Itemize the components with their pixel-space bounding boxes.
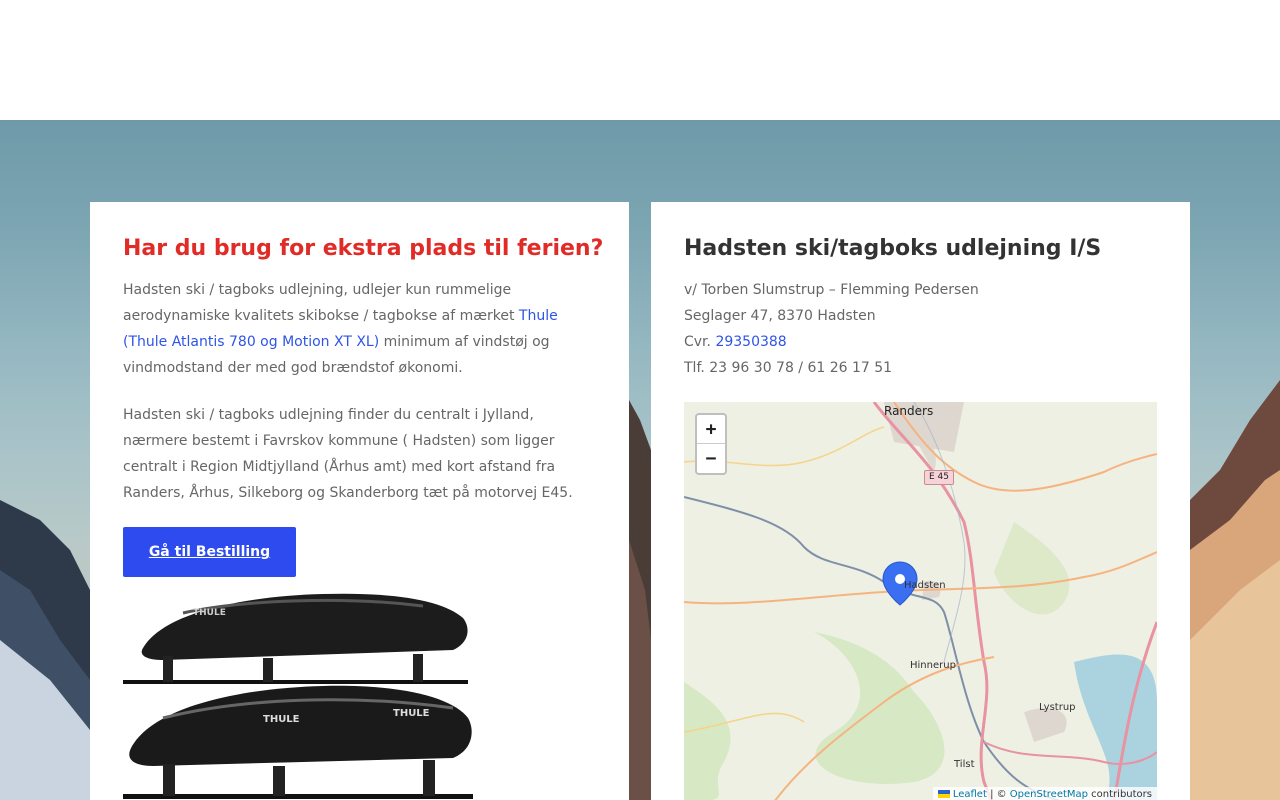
site-header	[0, 0, 1280, 120]
product-brand-side: THULE	[393, 708, 430, 719]
zoom-out-button[interactable]: −	[697, 444, 725, 473]
osm-link[interactable]: OpenStreetMap	[1010, 789, 1088, 800]
map-label-hinnerup: Hinnerup	[910, 660, 956, 671]
cvr-link[interactable]: 29350388	[715, 334, 786, 350]
location-map[interactable]: Randers E 45 Hadsten Hinnerup Lystrup Ti…	[684, 402, 1157, 800]
phone-line: Tlf. 23 96 30 78 / 61 26 17 51	[684, 360, 893, 376]
address-line: Seglager 47, 8370 Hadsten	[684, 308, 876, 324]
map-label-randers: Randers	[884, 404, 934, 418]
attribution-separator: | ©	[986, 789, 1010, 800]
location-paragraph: Hadsten ski / tagboks udlejning finder d…	[123, 407, 573, 501]
cvr-label: Cvr.	[684, 334, 716, 350]
intro-text: Hadsten ski / tagboks udlejning, udlejer…	[123, 282, 519, 324]
company-title: Hadsten ski/tagboks udlejning I/S	[684, 236, 1102, 261]
intro-paragraph: Hadsten ski / tagboks udlejning, udlejer…	[123, 277, 596, 381]
order-button[interactable]: Gå til Bestilling	[123, 527, 296, 577]
product-brand-top: THULE	[193, 608, 226, 618]
map-tiles	[684, 402, 1157, 800]
product-brand-mid: THULE	[263, 714, 300, 725]
leaflet-link[interactable]: Leaflet	[953, 789, 987, 800]
map-label-tilst: Tilst	[954, 759, 975, 770]
map-label-lystrup: Lystrup	[1039, 702, 1076, 713]
hero-section: Har du brug for ekstra plads til ferien?…	[0, 120, 1280, 800]
road-shield-e45: E 45	[924, 470, 954, 485]
contact-info: v/ Torben Slumstrup – Flemming Pedersen …	[684, 277, 979, 381]
zoom-control: + −	[695, 413, 727, 475]
ukraine-flag-icon	[937, 790, 950, 798]
owners-line: v/ Torben Slumstrup – Flemming Pedersen	[684, 282, 979, 298]
zoom-in-button[interactable]: +	[697, 415, 725, 444]
roof-box-image: THULE THULE THULE	[123, 593, 473, 799]
map-attribution: Leaflet | © OpenStreetMap contributors	[932, 787, 1157, 800]
cvr-line: Cvr. 29350388	[684, 329, 979, 355]
attribution-tail: contributors	[1088, 789, 1152, 800]
map-label-hadsten: Hadsten	[904, 580, 946, 591]
info-title: Har du brug for ekstra plads til ferien?	[123, 236, 604, 261]
info-card: Har du brug for ekstra plads til ferien?…	[90, 202, 629, 800]
contact-card: Hadsten ski/tagboks udlejning I/S v/ Tor…	[651, 202, 1190, 800]
